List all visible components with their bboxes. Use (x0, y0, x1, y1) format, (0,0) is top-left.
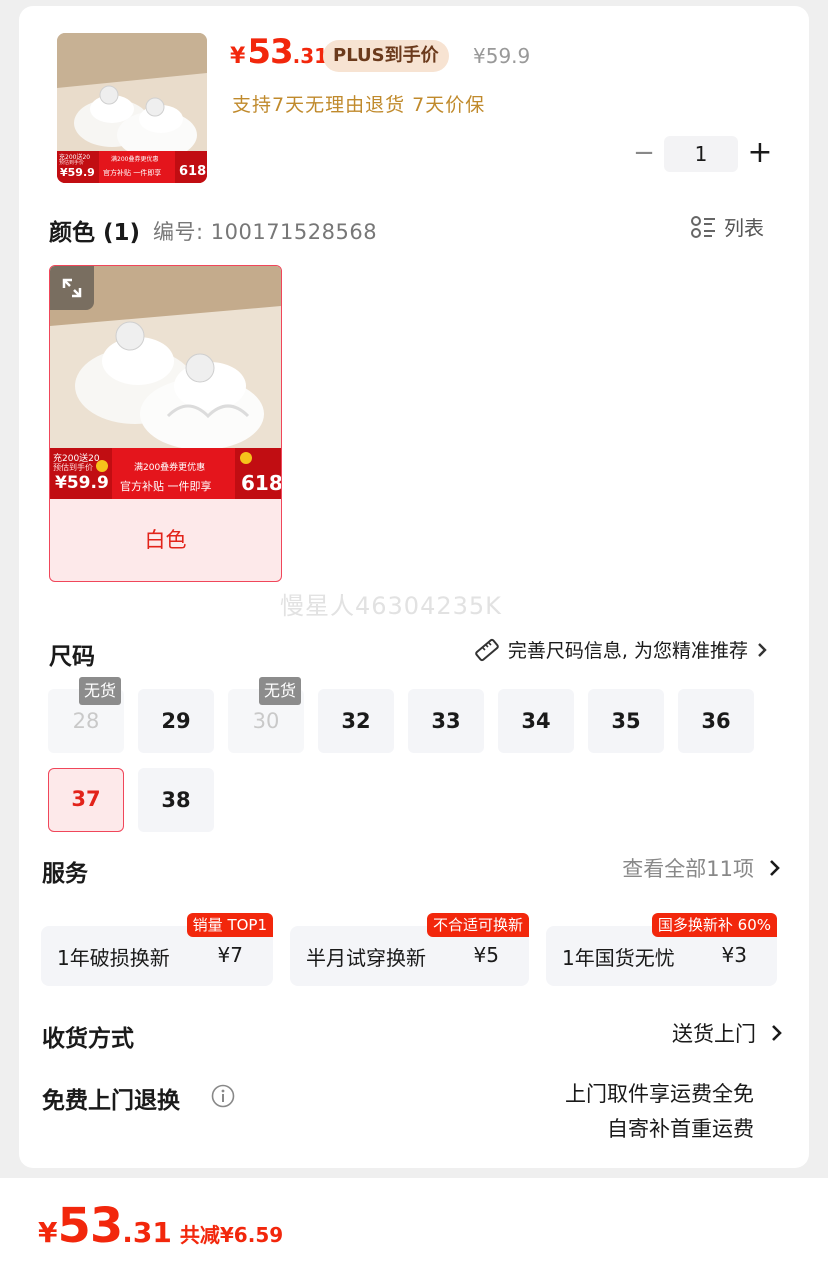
banner-618: 618 (241, 471, 282, 495)
free-return-line1: 上门取件享运费全免 (565, 1082, 754, 1106)
service-price: ¥7 (217, 943, 243, 967)
size-option-label: 29 (161, 709, 191, 733)
size-option-label: 35 (611, 709, 641, 733)
size-option-label: 33 (431, 709, 461, 733)
info-icon[interactable] (211, 1084, 235, 1108)
service-view-all-label: 查看全部11项 (622, 857, 754, 881)
return-promise: 支持7天无理由退货 7天价保 (232, 94, 486, 116)
service-price: ¥3 (721, 943, 747, 967)
thumb-banner-left-price: ¥59.9 (60, 166, 95, 179)
product-thumbnail: 充200送20 预估到手价 ¥59.9 满200叠券更优惠 官方补贴 一件即享 … (57, 33, 207, 183)
out-of-stock-tag: 无货 (259, 677, 302, 705)
free-return-title: 免费上门退换 (42, 1088, 180, 1114)
size-option-label: 32 (341, 709, 371, 733)
banner-mid-top: 满200叠券更优惠 (134, 463, 206, 473)
service-tag: 国多换新补 60% (651, 913, 777, 937)
size-option-33[interactable]: 33 (408, 689, 484, 753)
thumb-banner-mid-bottom: 官方补贴 一件即享 (103, 169, 162, 177)
size-option-label: 38 (161, 788, 191, 812)
original-price: ¥59.9 (473, 44, 531, 68)
list-toggle-label: 列表 (724, 216, 764, 240)
total-saving: 共减¥6.59 (179, 1223, 284, 1247)
thumb-banner-618: 618 (179, 164, 207, 179)
chevron-right-icon (772, 1025, 782, 1041)
list-view-toggle[interactable]: 列表 (690, 212, 764, 241)
service-tag: 不合适可换新 (426, 913, 529, 937)
size-option-35[interactable]: 35 (588, 689, 664, 753)
service-tag: 销量 TOP1 (186, 913, 273, 937)
size-guide-link[interactable]: 完善尺码信息, 为您精准推荐 (474, 636, 776, 663)
chevron-right-icon (758, 642, 767, 657)
service-price: ¥5 (473, 943, 499, 967)
service-section-title: 服务 (42, 861, 88, 887)
service-name: 1年破损换新 (57, 945, 170, 970)
color-option-white[interactable]: 充200送20 预估到手价 ¥59.9 满200叠券更优惠 官方补贴 一件即享 … (49, 265, 282, 582)
color-option-label: 白色 (144, 528, 187, 552)
delivery-title: 收货方式 (42, 1026, 134, 1052)
price-integer: 53 (247, 32, 293, 72)
chevron-right-icon (770, 860, 780, 876)
plus-icon[interactable]: + (744, 136, 776, 172)
size-option-label: 28 (72, 709, 100, 733)
service-option[interactable]: 1年国货无忧 ¥3 国多换新补 60% (546, 913, 777, 986)
expand-icon (62, 278, 82, 298)
size-option-32[interactable]: 32 (318, 689, 394, 753)
price-symbol: ¥ (230, 44, 246, 69)
service-option[interactable]: 半月试穿换新 ¥5 不合适可换新 (290, 913, 529, 986)
size-option-37[interactable]: 37 (48, 768, 124, 832)
watermark: 慢星人46304235K (280, 592, 502, 620)
list-icon (691, 215, 715, 238)
size-option-38[interactable]: 38 (138, 768, 214, 832)
size-option-34[interactable]: 34 (498, 689, 574, 753)
thumb-banner-mid-top: 满200叠券更优惠 (111, 156, 159, 163)
service-view-all[interactable]: 查看全部11项 (622, 853, 782, 883)
bottom-price-decimal: .31 (122, 1216, 172, 1249)
size-option-label: 36 (701, 709, 731, 733)
service-name: 半月试穿换新 (306, 945, 426, 970)
size-option-label: 37 (71, 787, 101, 811)
size-option-label: 34 (521, 709, 551, 733)
color-section-title: 颜色 (1) (49, 220, 141, 246)
delivery-method[interactable]: 送货上门 (672, 1018, 784, 1048)
delivery-method-label: 送货上门 (672, 1022, 756, 1046)
quantity-input[interactable]: 1 (664, 136, 738, 172)
plus-price-badge: PLUS到手价 (323, 40, 449, 72)
product-price: ¥ 53 .31 (230, 32, 328, 76)
expand-image-button[interactable] (50, 266, 94, 310)
free-return-line2: 自寄补首重运费 (607, 1117, 754, 1141)
minus-icon[interactable]: − (630, 136, 658, 172)
out-of-stock-tag: 无货 (79, 677, 122, 705)
bottom-price-bar: ¥ 53 .31 共减¥6.59 (0, 1178, 828, 1269)
banner-left-sub: 预估到手价 (53, 463, 93, 472)
size-option-36[interactable]: 36 (678, 689, 754, 753)
bottom-price-integer: 53 (57, 1198, 123, 1254)
size-option-28[interactable]: 28 无货 (48, 677, 124, 753)
bottom-price-symbol: ¥ (38, 1216, 58, 1249)
size-option-label: 30 (252, 709, 280, 733)
product-code: 编号: 100171528568 (153, 220, 378, 244)
quantity-stepper: − 1 + (630, 136, 776, 172)
thumb-banner-left-sub: 预估到手价 (59, 160, 85, 166)
size-option-30[interactable]: 30 无货 (228, 677, 304, 753)
banner-mid-bottom: 官方补贴 一件即享 (120, 480, 212, 493)
banner-left-price: ¥59.9 (55, 473, 109, 493)
size-option-29[interactable]: 29 (138, 689, 214, 753)
service-name: 1年国货无忧 (562, 945, 675, 970)
size-section-title: 尺码 (49, 644, 95, 670)
ruler-icon (475, 638, 499, 661)
size-guide-label: 完善尺码信息, 为您精准推荐 (507, 640, 748, 662)
bottom-price: ¥ 53 .31 共减¥6.59 (38, 1198, 283, 1254)
service-option[interactable]: 1年破损换新 ¥7 销量 TOP1 (41, 913, 273, 986)
